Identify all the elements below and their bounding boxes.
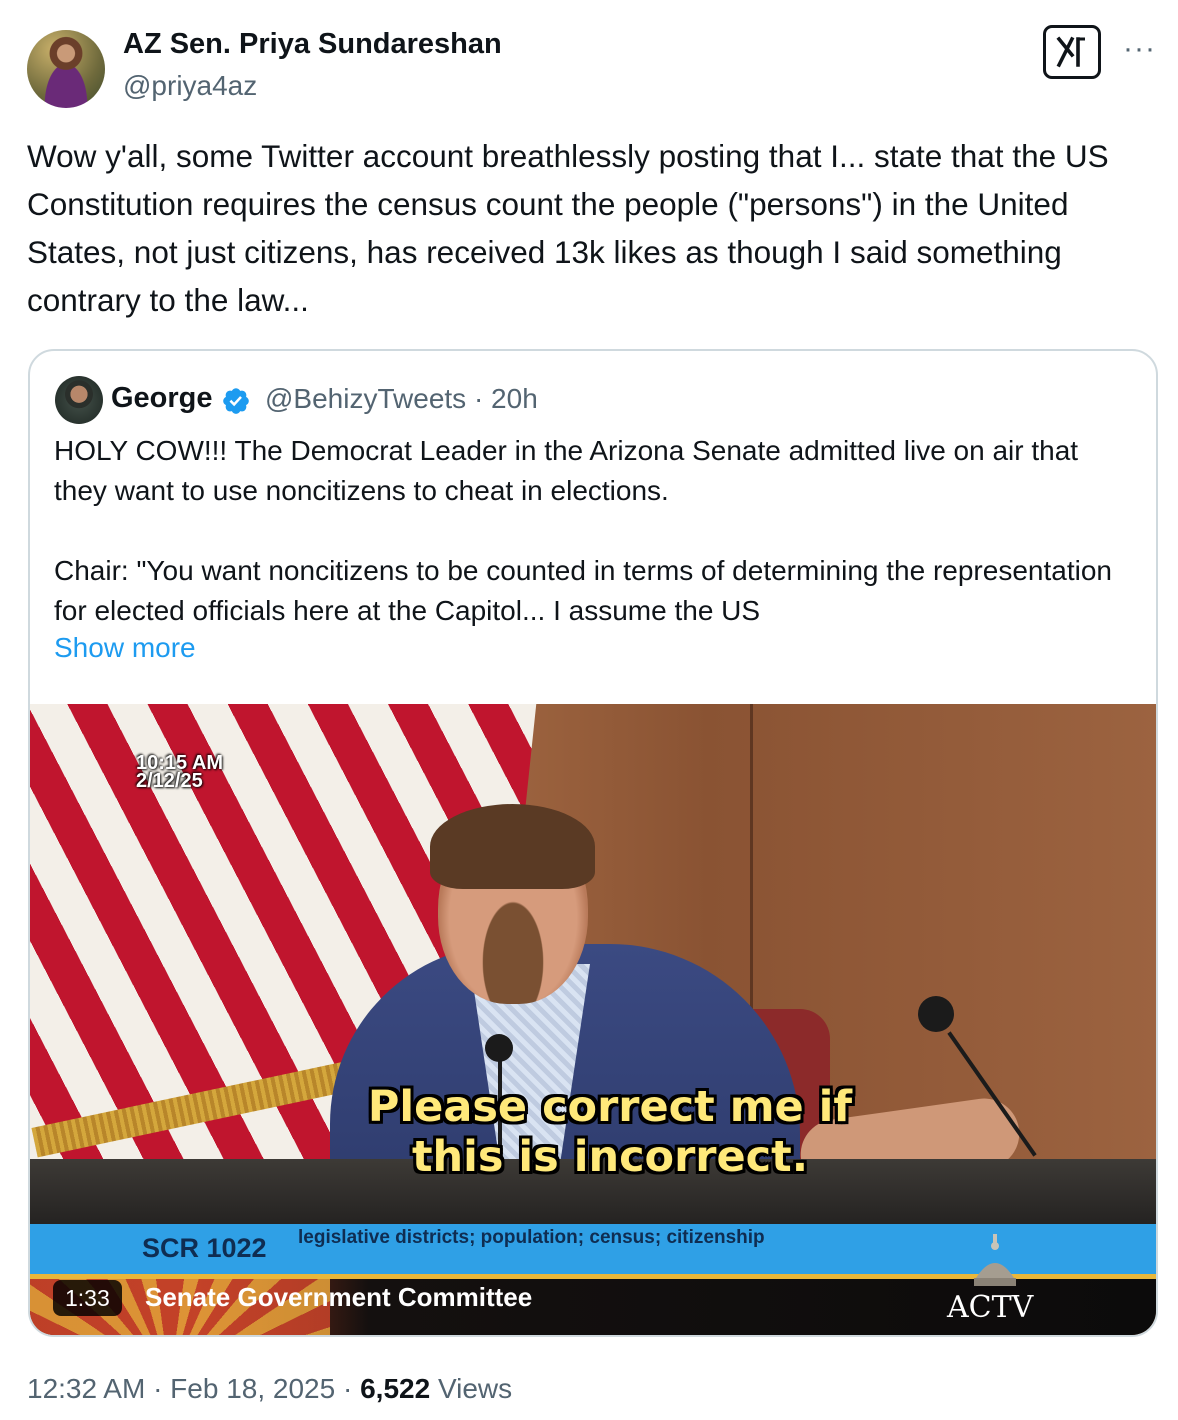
tweet-footer: 12:32 AM · Feb 18, 2025 · 6,522 Views	[27, 1373, 512, 1405]
video-player[interactable]: 10:15 AM 2/12/25 Please correct me if th…	[30, 704, 1156, 1335]
grok-icon	[1056, 36, 1085, 68]
tweet-text: Wow y'all, some Twitter account breathle…	[27, 138, 1109, 318]
caption-line-2: this is incorrect.	[411, 1132, 809, 1182]
video-timestamp-date: 2/12/25	[136, 770, 203, 792]
committee-name: Senate Government Committee	[145, 1282, 533, 1312]
show-more-link[interactable]: Show more	[54, 632, 196, 664]
more-horizontal-icon: ···	[1123, 32, 1156, 65]
verified-badge-icon	[223, 388, 249, 414]
video-duration: 1:33	[53, 1280, 122, 1316]
more-options-button[interactable]: ···	[1123, 32, 1156, 66]
quoted-author-name[interactable]: George	[111, 382, 213, 415]
microphone	[918, 996, 954, 1032]
bill-description: legislative districts; population; censu…	[298, 1227, 765, 1248]
bill-code: SCR 1022	[142, 1233, 267, 1263]
author-handle[interactable]: @priya4az	[123, 70, 257, 102]
capitol-dome-icon	[974, 1234, 1016, 1286]
network-logo: ACTV	[947, 1290, 1034, 1325]
video-caption: Please correct me if this is incorrect.	[310, 1082, 910, 1182]
microphone	[485, 1034, 513, 1062]
caption-line-1: Please correct me if	[367, 1082, 853, 1132]
video-timestamp: 10:15 AM 2/12/25	[136, 753, 223, 792]
author-avatar[interactable]	[27, 30, 105, 108]
quoted-handle-time[interactable]: @BehizyTweets · 20h	[265, 383, 538, 415]
quoted-paragraph-2: Chair: "You want noncitizens to be count…	[54, 555, 1112, 626]
person-hair	[430, 804, 595, 889]
tweet-time-date[interactable]: 12:32 AM · Feb 18, 2025 ·	[27, 1373, 360, 1404]
views-count: 6,522	[360, 1373, 431, 1404]
author-name[interactable]: AZ Sen. Priya Sundareshan	[123, 28, 502, 61]
quoted-tweet[interactable]: George @BehizyTweets · 20h HOLY COW!!! T…	[28, 349, 1158, 1337]
views-label: Views	[430, 1373, 513, 1404]
quoted-tweet-text: HOLY COW!!! The Democrat Leader in the A…	[54, 431, 1134, 631]
quoted-paragraph-1: HOLY COW!!! The Democrat Leader in the A…	[54, 435, 1079, 506]
grok-button[interactable]	[1043, 25, 1101, 79]
quoted-author-avatar[interactable]	[55, 376, 103, 424]
